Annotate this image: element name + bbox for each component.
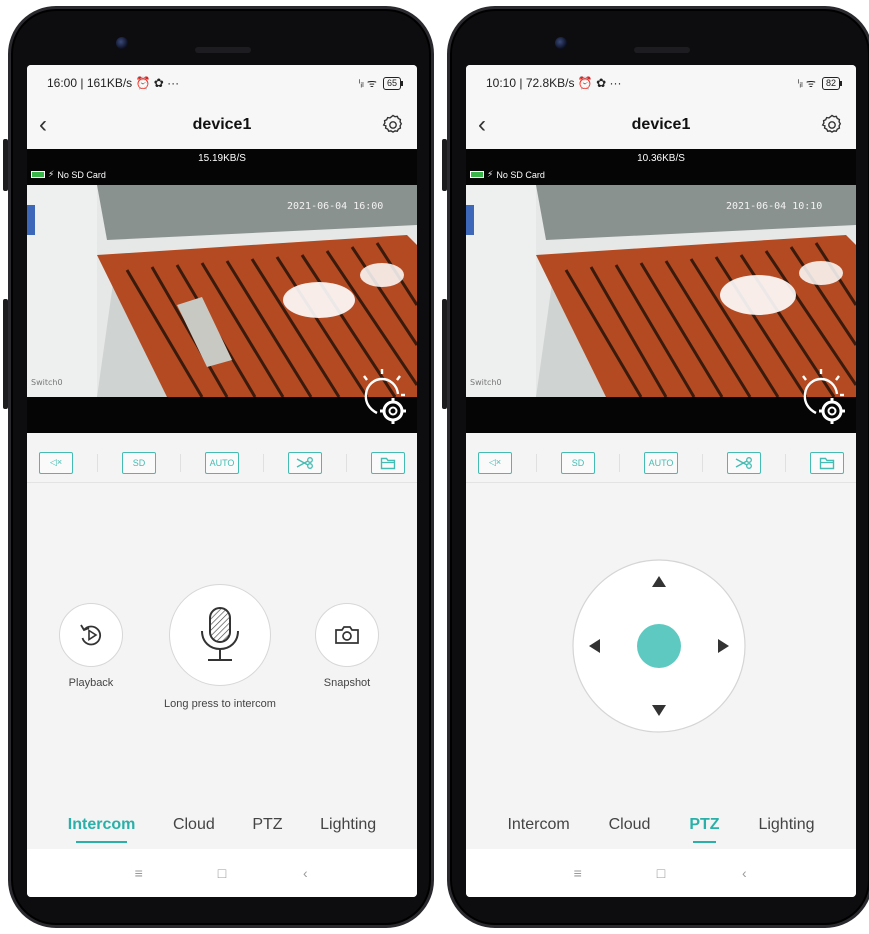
video-toolbar: ◁× SD AUTO <box>27 443 417 483</box>
folder-icon <box>380 457 396 469</box>
menu-icon[interactable]: ≡ <box>124 865 154 881</box>
auto-button[interactable]: AUTO <box>205 451 239 474</box>
back-icon[interactable]: ‹ <box>478 111 506 139</box>
mute-button[interactable]: ◁× <box>39 451 73 474</box>
volume-button <box>442 139 447 191</box>
signal-icon: ⁱᵢₗ ᯤ <box>797 77 816 90</box>
intercom-panel: Playback Long press to intercom Snapshot <box>27 484 417 814</box>
phone-left: 16:00 | 161KB/s ⏰ ✿ ··· ⁱᵢₗ ᯤ 65 ‹ devic… <box>3 6 434 928</box>
title-bar: ‹ device1 <box>27 101 417 149</box>
playback-button[interactable] <box>59 603 123 667</box>
status-bar: 16:00 | 161KB/s ⏰ ✿ ··· ⁱᵢₗ ᯤ 65 <box>27 65 417 101</box>
gear-icon[interactable] <box>381 113 405 137</box>
page-title: device1 <box>192 116 252 133</box>
back-nav-icon[interactable]: ‹ <box>729 865 759 881</box>
sd-button[interactable]: SD <box>561 451 595 474</box>
earpiece <box>634 47 690 53</box>
snapshot-button[interactable] <box>315 603 379 667</box>
folder-icon <box>819 457 835 469</box>
intercom-hint: Long press to intercom <box>164 698 276 710</box>
ptz-center-knob <box>637 624 681 668</box>
back-nav-icon[interactable]: ‹ <box>290 865 320 881</box>
sd-status: ⚡ No SD Card <box>31 169 106 180</box>
status-time: 10:10 | 72.8KB/s ⏰ ✿ ··· <box>486 76 622 90</box>
sd-button[interactable]: SD <box>122 451 156 474</box>
sd-status: ⚡ No SD Card <box>470 169 545 180</box>
title-bar: ‹ device1 <box>466 101 856 149</box>
ptz-panel <box>466 484 856 814</box>
scissors-button[interactable] <box>288 451 322 474</box>
tab-cloud[interactable]: Cloud <box>173 816 215 838</box>
folder-button[interactable] <box>810 451 844 474</box>
scissors-icon <box>296 456 313 469</box>
playback-icon <box>80 624 102 646</box>
playback-label: Playback <box>68 677 114 689</box>
svg-text:Switch0: Switch0 <box>31 378 63 387</box>
side-button <box>3 299 8 409</box>
bitrate-readout: 15.19KB/S <box>198 153 246 164</box>
battery-icon: 65 <box>382 76 404 90</box>
microphone-icon <box>201 607 239 661</box>
camera-feed: 2021-06-04 10:10 Switch0 <box>466 185 856 397</box>
tab-intercom[interactable]: Intercom <box>68 816 135 843</box>
video-timestamp: 2021-06-04 10:10 <box>726 201 822 212</box>
tab-cloud[interactable]: Cloud <box>609 816 651 838</box>
battery-icon: 82 <box>821 76 843 90</box>
auto-button[interactable]: AUTO <box>644 451 678 474</box>
battery-mini-icon <box>31 171 45 178</box>
tab-ptz[interactable]: PTZ <box>252 816 282 838</box>
bitrate-readout: 10.36KB/S <box>637 153 685 164</box>
system-nav-bar: ≡ □ ‹ <box>27 849 417 897</box>
video-timestamp: 2021-06-04 16:00 <box>287 201 383 212</box>
menu-icon[interactable]: ≡ <box>563 865 593 881</box>
mute-button[interactable]: ◁× <box>478 451 512 474</box>
intercom-button[interactable] <box>169 584 271 686</box>
screen: 16:00 | 161KB/s ⏰ ✿ ··· ⁱᵢₗ ᯤ 65 ‹ devic… <box>27 65 417 897</box>
status-bar: 10:10 | 72.8KB/s ⏰ ✿ ··· ⁱᵢₗ ᯤ 82 <box>466 65 856 101</box>
tab-lighting[interactable]: Lighting <box>758 816 814 838</box>
system-nav-bar: ≡ □ ‹ <box>466 849 856 897</box>
page-title: device1 <box>631 116 691 133</box>
ptz-joystick[interactable] <box>571 558 747 734</box>
tab-intercom[interactable]: Intercom <box>507 816 569 838</box>
phone-right: 10:10 | 72.8KB/s ⏰ ✿ ··· ⁱᵢₗ ᯤ 82 ‹ devi… <box>442 6 869 928</box>
tab-ptz[interactable]: PTZ <box>689 816 720 843</box>
svg-text:Switch0: Switch0 <box>470 378 502 387</box>
front-camera <box>116 37 128 49</box>
signal-icon: ⁱᵢₗ ᯤ <box>358 77 377 90</box>
bottom-tabs: Intercom Cloud PTZ Lighting <box>27 805 417 849</box>
home-icon[interactable]: □ <box>207 865 237 881</box>
camera-feed: 2021-06-04 16:00 Switch0 <box>27 185 417 397</box>
front-camera <box>555 37 567 49</box>
lightbulb-gear-icon[interactable] <box>355 367 409 427</box>
battery-mini-icon <box>470 171 484 178</box>
video-player[interactable]: 15.19KB/S ⚡ No SD Card 2021-06-04 16:00 … <box>27 149 417 433</box>
video-toolbar: ◁× SD AUTO <box>466 443 856 483</box>
camera-icon <box>335 626 359 644</box>
side-button <box>442 299 447 409</box>
tab-lighting[interactable]: Lighting <box>320 816 376 838</box>
screen: 10:10 | 72.8KB/s ⏰ ✿ ··· ⁱᵢₗ ᯤ 82 ‹ devi… <box>466 65 856 897</box>
home-icon[interactable]: □ <box>646 865 676 881</box>
snapshot-label: Snapshot <box>323 677 371 689</box>
video-player[interactable]: 10.36KB/S ⚡ No SD Card 2021-06-04 10:10 … <box>466 149 856 433</box>
back-icon[interactable]: ‹ <box>39 111 67 139</box>
folder-button[interactable] <box>371 451 405 474</box>
bottom-tabs: Intercom Cloud PTZ Lighting <box>466 805 856 849</box>
earpiece <box>195 47 251 53</box>
gear-icon[interactable] <box>820 113 844 137</box>
scissors-icon <box>735 456 752 469</box>
volume-button <box>3 139 8 191</box>
scissors-button[interactable] <box>727 451 761 474</box>
lightbulb-gear-icon[interactable] <box>794 367 848 427</box>
status-time: 16:00 | 161KB/s ⏰ ✿ ··· <box>47 76 180 90</box>
